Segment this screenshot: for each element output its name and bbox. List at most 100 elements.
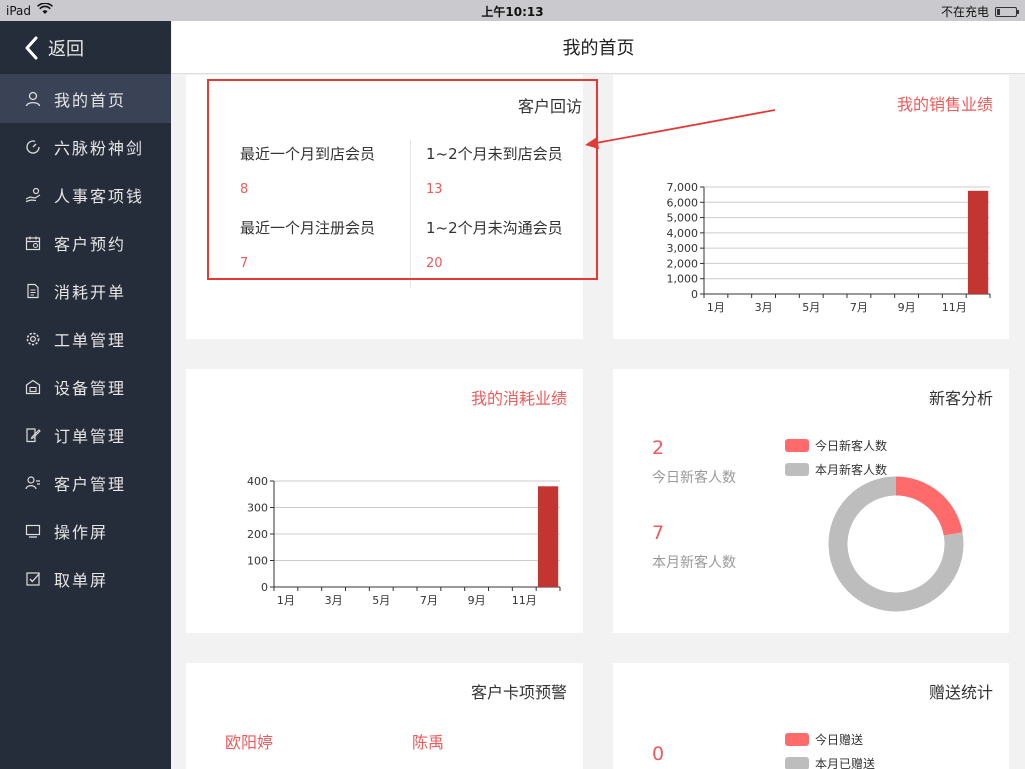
- battery-icon: [995, 6, 1019, 17]
- gift-stats-title: 赠送统计: [928, 683, 993, 702]
- sidebar-item-label: 消耗开单: [54, 283, 127, 302]
- followup-item-no-contact[interactable]: 1~2个月未沟通会员 20: [426, 217, 563, 271]
- y-tick-label: 300: [247, 502, 268, 515]
- hand-coins-icon: [24, 186, 42, 204]
- donut-slice: [895, 476, 963, 537]
- back-button[interactable]: 返回: [0, 21, 171, 75]
- y-tick-label: 0: [691, 288, 698, 301]
- sidebar-item-order[interactable]: 订单管理: [0, 411, 171, 459]
- new-customer-donut-chart: [828, 476, 964, 612]
- x-tick-label: 7月: [420, 594, 438, 607]
- monitor-icon: [24, 522, 42, 540]
- x-tick-label: 11月: [512, 594, 537, 607]
- status-time: 上午10:13: [481, 5, 544, 19]
- sales-card: 我的销售业绩 0 1,000 2,000 3,000 4,000 5,000 6,000 7,…: [613, 75, 1009, 339]
- refresh-icon: [24, 138, 42, 156]
- sidebar-item-label: 客户管理: [54, 475, 127, 494]
- page-header: 我的首页: [172, 21, 1025, 74]
- y-tick-label: 0: [261, 581, 268, 594]
- gear-icon: [24, 330, 42, 348]
- followup-item-value: 8: [240, 182, 249, 197]
- x-tick-label: 9月: [898, 301, 916, 314]
- followup-item-label: 最近一个月到店会员: [240, 145, 376, 163]
- legend-swatch: [785, 733, 809, 746]
- sidebar-item-work-order[interactable]: 工单管理: [0, 315, 171, 363]
- consumption-card: 我的消耗业绩 0 100 200 300 400 1月 3月 5月 7月 9月 11月: [186, 369, 583, 633]
- checkbox-icon: [24, 570, 42, 588]
- x-tick-label: 1月: [707, 301, 725, 314]
- legend-swatch: [785, 757, 809, 769]
- sidebar-item-operation-screen[interactable]: 操作屏: [0, 507, 171, 555]
- x-tick-label: 11月: [942, 301, 967, 314]
- sidebar-item-sword[interactable]: 六脉粉神剑: [0, 123, 171, 171]
- page-title: 我的首页: [562, 38, 635, 59]
- x-tick-label: 9月: [468, 594, 486, 607]
- y-tick-label: 400: [247, 475, 268, 488]
- followup-item-recent-visit[interactable]: 最近一个月到店会员 8: [240, 143, 375, 197]
- sidebar-item-consume-order[interactable]: 消耗开单: [0, 267, 171, 315]
- legend-item-gift-month[interactable]: 本月已赠送: [785, 755, 875, 769]
- followup-card: 客户回访 最近一个月到店会员 8 1~2个月未到店会员 13 最近一个月注册会员…: [186, 75, 598, 339]
- y-tick-label: 7,000: [667, 181, 699, 194]
- sidebar-item-label: 设备管理: [54, 379, 127, 398]
- status-bar: iPad 上午10:13 不在充电: [0, 0, 1025, 21]
- gift-stats-card: 赠送统计 0 今日赠送 本月已赠送: [613, 663, 1009, 769]
- sidebar-item-label: 客户预约: [54, 235, 127, 254]
- chevron-left-icon: [25, 36, 38, 59]
- sidebar-item-label: 六脉粉神剑: [54, 139, 145, 158]
- sidebar-item-home[interactable]: 我的首页: [0, 75, 171, 123]
- new-customer-card: 新客分析 2 今日新客人数 7 本月新客人数 今日新客人数 本月新客人数: [613, 369, 1009, 633]
- y-tick-label: 3,000: [667, 242, 699, 255]
- sidebar-item-label: 操作屏: [54, 523, 109, 542]
- legend-label: 本月已赠送: [815, 757, 876, 769]
- sidebar-item-pickup-screen[interactable]: 取单屏: [0, 555, 171, 603]
- sidebar-item-label: 订单管理: [54, 427, 127, 446]
- y-tick-label: 100: [247, 555, 268, 568]
- chart-bar: [537, 486, 559, 587]
- sidebar-item-label: 我的首页: [54, 91, 127, 110]
- x-tick-label: 7月: [850, 301, 868, 314]
- sidebar-item-device[interactable]: 设备管理: [0, 363, 171, 411]
- followup-item-value: 20: [426, 256, 443, 271]
- x-tick-label: 5月: [372, 594, 390, 607]
- x-tick-label: 5月: [802, 301, 820, 314]
- sidebar-item-customer[interactable]: 客户管理: [0, 459, 171, 507]
- edit-icon: [24, 426, 42, 444]
- sales-bar-chart: 0 1,000 2,000 3,000 4,000 5,000 6,000 7,000 1月 3月…: [667, 181, 991, 314]
- y-tick-label: 1,000: [667, 273, 699, 286]
- followup-item-no-visit[interactable]: 1~2个月未到店会员 13: [426, 143, 563, 197]
- warning-customer-name[interactable]: 欧阳婷: [225, 729, 273, 753]
- sidebar-item-label: 取单屏: [54, 571, 109, 590]
- sidebar-item-appointment[interactable]: 客户预约: [0, 219, 171, 267]
- calendar-icon: [24, 234, 42, 252]
- consumption-bar-chart: 0 100 200 300 400 1月 3月 5月 7月 9月 11月: [247, 475, 561, 607]
- chart-bar: [967, 190, 989, 294]
- followup-item-value: 7: [240, 256, 249, 271]
- y-tick-label: 4,000: [667, 227, 699, 240]
- users-icon: [24, 474, 42, 492]
- dashboard-content: 客户回访 最近一个月到店会员 8 1~2个月未到店会员 13 最近一个月注册会员…: [172, 75, 1025, 769]
- y-tick-label: 6,000: [667, 196, 699, 209]
- gift-today-count: 0: [652, 743, 665, 765]
- warning-customer-name[interactable]: 陈禹: [412, 729, 444, 753]
- sidebar-item-label: 人事客项钱: [54, 187, 145, 206]
- y-tick-label: 2,000: [667, 257, 699, 270]
- device-box-icon: [24, 378, 42, 396]
- followup-item-value: 13: [426, 182, 443, 197]
- x-tick-label: 3月: [755, 301, 773, 314]
- x-tick-label: 1月: [277, 594, 295, 607]
- back-label: 返回: [48, 38, 84, 60]
- legend-item-gift-today[interactable]: 今日赠送: [785, 731, 863, 748]
- followup-item-label: 1~2个月未沟通会员: [426, 219, 563, 237]
- sidebar-item-hr[interactable]: 人事客项钱: [0, 171, 171, 219]
- y-tick-label: 5,000: [667, 212, 699, 225]
- sidebar: 返回 我的首页 六脉粉神剑 人事客项钱 客户预约 消耗开单 工单管理 设备管理 …: [0, 21, 171, 769]
- card-warning-card: 客户卡项预警 欧阳婷 陈禹: [186, 663, 583, 769]
- followup-highlight-box: 客户回访 最近一个月到店会员 8 1~2个月未到店会员 13 最近一个月注册会员…: [207, 79, 598, 280]
- legend-label: 今日赠送: [815, 733, 864, 747]
- followup-item-label: 1~2个月未到店会员: [426, 145, 563, 163]
- card-warning-title: 客户卡项预警: [470, 683, 567, 702]
- y-tick-label: 200: [247, 528, 268, 541]
- followup-title: 客户回访: [517, 97, 582, 116]
- followup-item-recent-register[interactable]: 最近一个月注册会员 7: [240, 217, 375, 271]
